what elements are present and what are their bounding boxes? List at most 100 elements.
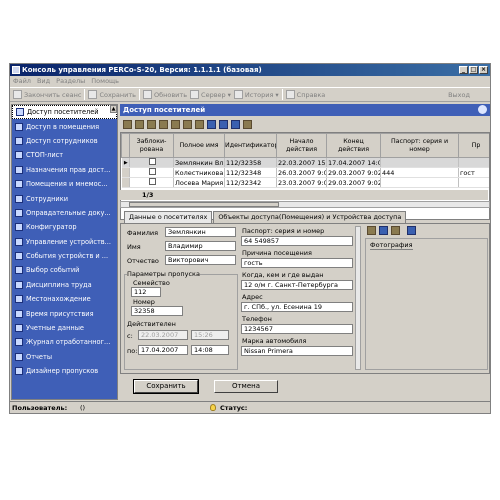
minimize-button[interactable]: _ (459, 66, 468, 74)
table-cell: 22.03.2007 15:26 (276, 157, 327, 168)
sidebar-item-stop-list[interactable]: СТОП-лист (12, 148, 117, 162)
table-row[interactable]: ▶ Землянкин Вл 112/32358 22.03.2007 15:2… (121, 157, 489, 168)
lightning-icon[interactable] (243, 119, 252, 129)
sidebar-item-visitor-access[interactable]: Доступ посетителей (12, 105, 117, 120)
sidebar-scroll-up[interactable]: ▲ (110, 105, 117, 113)
table-row[interactable]: Колестникова Г 112/32348 26.03.2007 9:02… (121, 167, 489, 178)
cancel-button[interactable]: Отмена (214, 380, 278, 393)
form-scrollbar[interactable] (355, 226, 361, 370)
blocked-checkbox[interactable] (148, 168, 156, 175)
to-date-field[interactable]: 17.04.2007 (138, 345, 188, 355)
photo-camera-icon[interactable] (379, 226, 388, 235)
panel-help-icon[interactable] (478, 105, 487, 114)
surname-field[interactable]: Землянкин (165, 227, 236, 237)
column-header[interactable]: Полное имя (173, 133, 225, 158)
tab-access-objects[interactable]: Объекты доступа(Помещения) и Устройства … (213, 211, 407, 223)
car-field[interactable]: Nissan Primera (241, 346, 353, 356)
blocked-checkbox[interactable] (148, 178, 156, 185)
add-icon[interactable] (123, 119, 132, 129)
column-header[interactable]: Паспорт: серия и номер (380, 133, 459, 158)
excel-icon[interactable] (231, 119, 240, 129)
sidebar-item-event-selection[interactable]: Выбор событий (12, 263, 117, 277)
from-time-field[interactable]: 15:26 (191, 330, 229, 340)
help-button[interactable]: Справка (285, 90, 325, 99)
export-icon[interactable] (219, 119, 228, 129)
status-label: Статус: (220, 404, 248, 412)
sidebar-item-configurator[interactable]: Конфигуратор (12, 220, 117, 234)
sidebar-item-rooms[interactable]: Помещения и мнемос... (12, 177, 117, 191)
sidebar-item-discipline[interactable]: Дисциплина труда (12, 278, 117, 292)
clock-icon (15, 309, 23, 318)
address-field[interactable]: г. СПб., ул. Есенина 19 (241, 302, 353, 312)
photo-open-icon[interactable] (367, 226, 376, 235)
end-session-button[interactable]: Закончить сеанс (13, 90, 81, 99)
designer-icon (15, 367, 23, 376)
family-field[interactable]: 112 (131, 287, 161, 297)
name-field[interactable]: Владимир (165, 241, 236, 251)
sidebar-item-documents[interactable]: Оправдательные доку... (12, 206, 117, 220)
print-icon[interactable] (207, 119, 216, 129)
save-button[interactable]: Сохранить (133, 379, 199, 394)
close-button[interactable]: × (479, 66, 488, 74)
column-header[interactable]: Конец действия (326, 133, 381, 158)
unblock-icon[interactable] (183, 119, 192, 129)
reason-field[interactable]: гость (241, 258, 353, 268)
column-header[interactable]: Пр (458, 133, 489, 158)
scroll-thumb[interactable] (129, 202, 279, 207)
table-cell: 112/32342 (224, 177, 277, 188)
tab-visitor-data[interactable]: Данные о посетителях (124, 211, 213, 223)
delete-icon[interactable] (147, 119, 156, 129)
server-button[interactable]: Сервер ▾ (190, 90, 231, 99)
column-header[interactable]: Заблоки-рована (129, 133, 174, 158)
sidebar-item-presence-time[interactable]: Время присутствия (12, 306, 117, 320)
from-date-field[interactable]: 22.03.2007 (138, 330, 188, 340)
sidebar-item-timesheet[interactable]: Журнал отработанног... (12, 335, 117, 349)
table-cell: Колестникова Г (173, 167, 225, 178)
table-horizontal-scrollbar[interactable] (120, 201, 490, 208)
photo-scan-icon[interactable] (407, 226, 416, 235)
number-field[interactable]: 32358 (131, 306, 183, 316)
to-time-field[interactable]: 14:08 (191, 345, 229, 355)
sidebar-item-pass-designer[interactable]: Дизайнер пропусков (12, 364, 117, 378)
patronymic-field[interactable]: Викторович (165, 255, 236, 265)
number-label: Номер (133, 298, 155, 306)
refresh-button[interactable]: Обновить (143, 90, 187, 99)
passport-field[interactable]: 64 549857 (241, 236, 353, 246)
table-header: Заблоки-рована Полное имя Идентификатор … (121, 133, 489, 158)
column-header[interactable]: Идентификатор (224, 133, 277, 158)
menu-sections[interactable]: Разделы (56, 76, 85, 86)
column-header[interactable]: Начало действия (276, 133, 327, 158)
photo-delete-icon[interactable] (391, 226, 400, 235)
sidebar-item-reports[interactable]: Отчеты (12, 350, 117, 364)
sidebar-item-device-control[interactable]: Управление устройств... (12, 235, 117, 249)
history-button[interactable]: История ▾ (233, 90, 279, 99)
menu-file[interactable]: Файл (13, 76, 31, 86)
employees-icon (15, 194, 23, 203)
sidebar-item-device-events[interactable]: События устройств и ... (12, 249, 117, 263)
patronymic-label: Отчество (127, 257, 159, 265)
table-row[interactable]: Лосева Мария Г 112/32342 23.03.2007 9:02… (121, 177, 489, 188)
issued-field[interactable]: 12 о/м г. Санкт-Петербурга (241, 280, 353, 290)
accounts-icon (15, 324, 23, 333)
photo-tab[interactable]: Фотография (370, 241, 413, 250)
menu-view[interactable]: Вид (37, 76, 50, 86)
sidebar-item-employees[interactable]: Сотрудники (12, 191, 117, 205)
sidebar-item-accounts[interactable]: Учетные данные (12, 321, 117, 335)
sidebar-item-location[interactable]: Местонахождение (12, 292, 117, 306)
card-icon[interactable] (195, 119, 204, 129)
phone-field[interactable]: 1234567 (241, 324, 353, 334)
row-pointer-icon: ▶ (121, 157, 130, 168)
surname-label: Фамилия (127, 229, 158, 237)
sidebar-item-room-access[interactable]: Доступ в помещения (12, 119, 117, 133)
sidebar-item-employee-access[interactable]: Доступ сотрудников (12, 134, 117, 148)
menu-help[interactable]: Помощь (91, 76, 119, 86)
edit-icon[interactable] (135, 119, 144, 129)
maximize-button[interactable]: □ (469, 66, 478, 74)
sidebar-item-access-rights[interactable]: Назначения прав дост... (12, 163, 117, 177)
block-icon[interactable] (171, 119, 180, 129)
table-cell: Лосева Мария Г (173, 177, 225, 188)
blocked-checkbox[interactable] (148, 158, 156, 165)
save-toolbar-button[interactable]: Сохранить (88, 90, 136, 99)
exit-button[interactable]: Выход (448, 90, 470, 100)
copy-icon[interactable] (159, 119, 168, 129)
